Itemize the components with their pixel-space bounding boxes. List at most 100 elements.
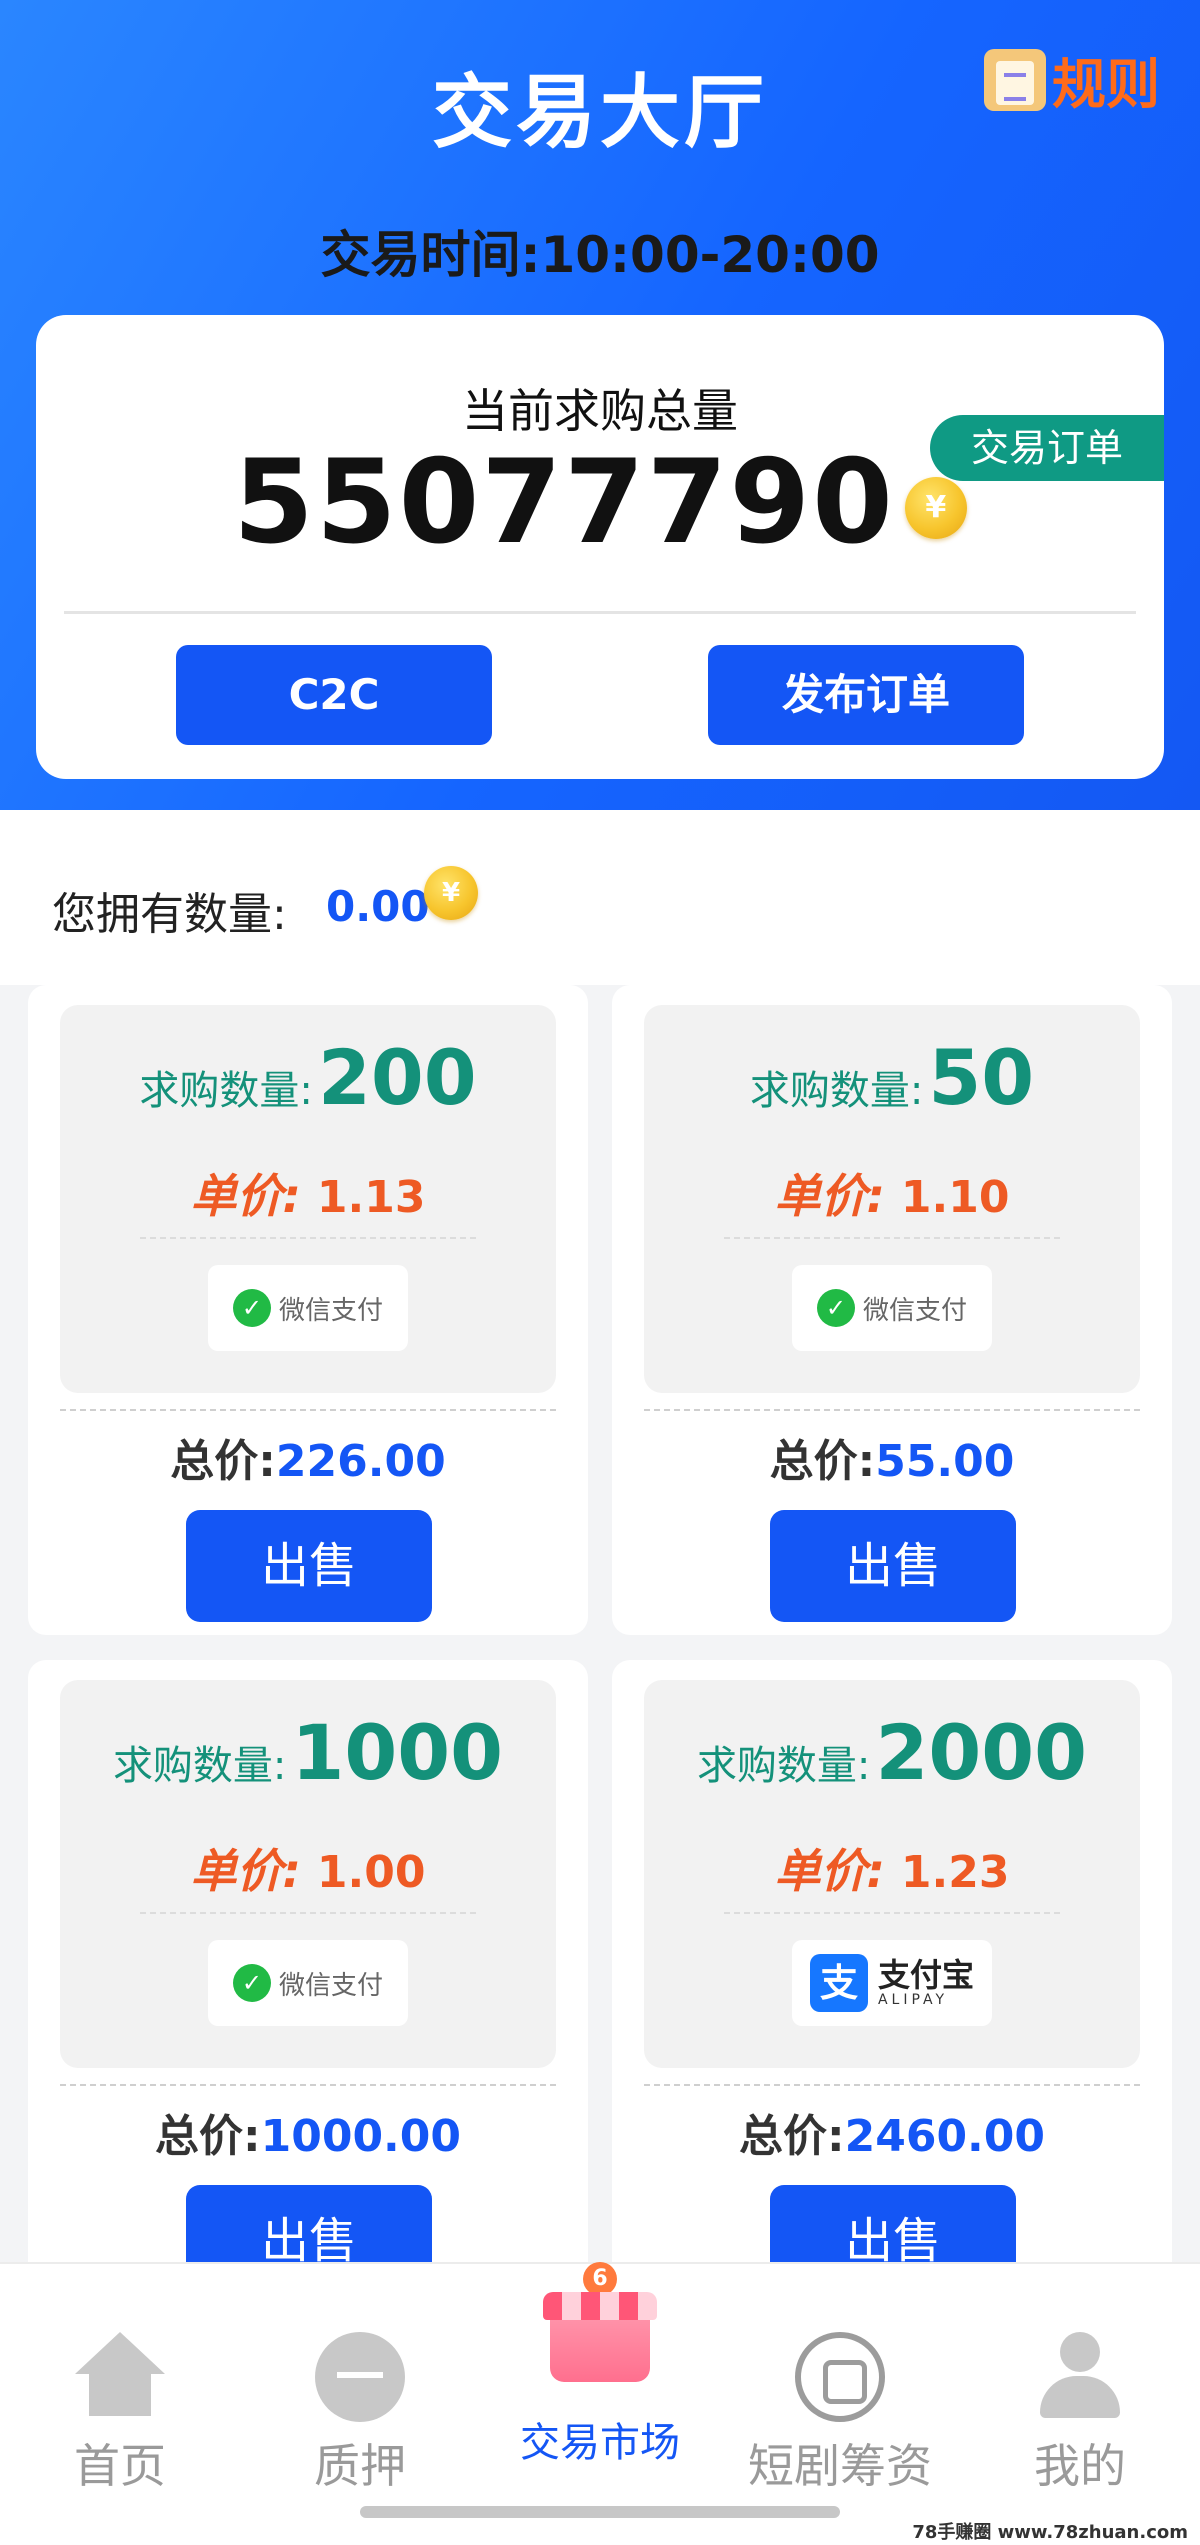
total-value: 2460.00 [844, 2111, 1045, 2162]
divider [644, 2084, 1140, 2086]
alipay-icon: 支 [809, 1954, 868, 2012]
divider [60, 2084, 556, 2086]
order-info: 求购数量: 50 单价: 1.10 ✓ 微信支付 [644, 1005, 1140, 1393]
total-value: 1000.00 [260, 2111, 461, 2162]
qty-label: 求购数量: [112, 1743, 287, 1789]
payment-method: 支 支付宝 ALIPAY [792, 1940, 992, 2026]
wechat-icon: ✓ [816, 1289, 855, 1327]
price-row: 单价: 1.00 [60, 1835, 556, 1901]
tab-market[interactable]: 6 交易市场 [480, 2262, 720, 2512]
trade-orders-button[interactable]: 交易订单 [930, 415, 1164, 481]
price-label: 单价: [190, 1844, 301, 1898]
price-value: 1.13 [316, 1172, 426, 1223]
alipay-label: 支付宝 ALIPAY [878, 1958, 974, 2008]
qty-row: 求购数量: 2000 [644, 1708, 1140, 1797]
tab-drama[interactable]: 短剧筹资 [720, 2312, 960, 2512]
c2c-button[interactable]: C2C [176, 645, 492, 745]
divider [60, 1409, 556, 1411]
tab-pledge[interactable]: 质押 [240, 2312, 480, 2512]
payment-label: 支付宝 [877, 1956, 974, 1994]
qty-label: 求购数量: [696, 1743, 871, 1789]
order-card: 求购数量: 200 单价: 1.13 ✓ 微信支付 总价:226.00 出售 [28, 985, 588, 1635]
total-value: 55.00 [875, 1436, 1015, 1487]
total-row: 总价:1000.00 [28, 2100, 588, 2164]
market-badge: 6 [583, 2262, 617, 2296]
trade-time: 交易时间:10:00-20:00 [320, 226, 880, 284]
payment-label: 微信支付 [278, 1295, 383, 1326]
tab-label: 交易市场 [520, 2420, 680, 2466]
qty-label: 求购数量: [139, 1068, 313, 1114]
total-label: 总价: [738, 2111, 845, 2162]
tab-label: 短剧筹资 [748, 2439, 932, 2493]
owned-balance: 您拥有数量: 0.00 ¥ [0, 810, 1200, 985]
order-card: 求购数量: 1000 单价: 1.00 ✓ 微信支付 总价:1000.00 出售 [28, 1660, 588, 2310]
price-label: 单价: [774, 1169, 885, 1223]
payment-sublabel: ALIPAY [877, 1992, 949, 2008]
qty-value: 2000 [875, 1708, 1088, 1797]
price-row: 单价: 1.13 [60, 1160, 556, 1226]
divider [140, 1237, 476, 1239]
order-card: 求购数量: 50 单价: 1.10 ✓ 微信支付 总价:55.00 出售 [612, 985, 1172, 1635]
coin-icon: ¥ [424, 866, 478, 920]
order-info: 求购数量: 200 单价: 1.13 ✓ 微信支付 [60, 1005, 556, 1393]
total-label: 总价: [154, 2111, 261, 2162]
tab-label: 我的 [1034, 2439, 1126, 2493]
qty-row: 求购数量: 200 [60, 1033, 556, 1122]
tab-mine[interactable]: 我的 [960, 2312, 1200, 2512]
watermark: 78手赚圈 www.78zhuan.com [908, 2518, 1192, 2544]
owned-value: 0.00 [326, 882, 430, 931]
payment-label: 微信支付 [278, 1970, 383, 2001]
divider [724, 1912, 1060, 1914]
header: 交易大厅 规则 交易时间:10:00-20:00 当前求购总量 55077790… [0, 0, 1200, 810]
divider [140, 1912, 476, 1914]
total-value: 226.00 [275, 1436, 446, 1487]
sell-button[interactable]: 出售 [186, 1510, 432, 1622]
payment-method: ✓ 微信支付 [208, 1940, 408, 2026]
sell-button[interactable]: 出售 [770, 1510, 1016, 1622]
rules-label: 规则 [1052, 53, 1160, 116]
divider [644, 1409, 1140, 1411]
total-row: 总价:55.00 [612, 1425, 1172, 1489]
total-label: 总价: [170, 1436, 276, 1487]
qty-label: 求购数量: [749, 1068, 924, 1114]
price-row: 单价: 1.10 [644, 1160, 1140, 1226]
price-value: 1.10 [900, 1172, 1010, 1223]
summary-card: 当前求购总量 55077790 ¥ 交易订单 C2C 发布订单 [36, 315, 1164, 779]
order-card: 求购数量: 2000 单价: 1.23 支 支付宝 ALIPAY 总价:2460… [612, 1660, 1172, 2310]
tab-home[interactable]: 首页 [0, 2312, 240, 2512]
price-label: 单价: [190, 1169, 301, 1223]
publish-order-button[interactable]: 发布订单 [708, 645, 1024, 745]
qty-row: 求购数量: 1000 [60, 1708, 556, 1797]
price-value: 1.23 [900, 1847, 1010, 1898]
total-row: 总价:226.00 [28, 1425, 588, 1489]
home-indicator[interactable] [360, 2506, 840, 2518]
tab-label: 首页 [74, 2439, 166, 2493]
shop-awning [543, 2292, 657, 2320]
qty-value: 1000 [291, 1708, 504, 1797]
qty-row: 求购数量: 50 [644, 1033, 1140, 1122]
price-row: 单价: 1.23 [644, 1835, 1140, 1901]
wechat-icon: ✓ [232, 1964, 271, 2002]
rules-button[interactable]: 规则 [984, 40, 1160, 119]
qty-value: 200 [317, 1033, 477, 1122]
price-value: 1.00 [316, 1847, 426, 1898]
clipboard-icon [984, 48, 1046, 111]
wechat-icon: ✓ [232, 1289, 271, 1327]
home-icon [75, 2332, 165, 2422]
order-grid: 求购数量: 200 单价: 1.13 ✓ 微信支付 总价:226.00 出售 求… [0, 985, 1200, 2310]
owned-label: 您拥有数量: [52, 889, 287, 940]
total-row: 总价:2460.00 [612, 2100, 1172, 2164]
price-label: 单价: [774, 1844, 885, 1898]
user-icon [1035, 2332, 1125, 2422]
total-label: 总价: [769, 1436, 876, 1487]
market-icon: 6 [535, 2262, 665, 2392]
divider [64, 611, 1136, 614]
total-demand-value: 55077790 [233, 435, 895, 570]
drama-icon [795, 2332, 885, 2422]
pledge-icon [315, 2332, 405, 2422]
payment-method: ✓ 微信支付 [792, 1265, 992, 1351]
qty-value: 50 [928, 1033, 1035, 1122]
tab-label: 质押 [314, 2439, 406, 2493]
order-info: 求购数量: 2000 单价: 1.23 支 支付宝 ALIPAY [644, 1680, 1140, 2068]
order-info: 求购数量: 1000 单价: 1.00 ✓ 微信支付 [60, 1680, 556, 2068]
